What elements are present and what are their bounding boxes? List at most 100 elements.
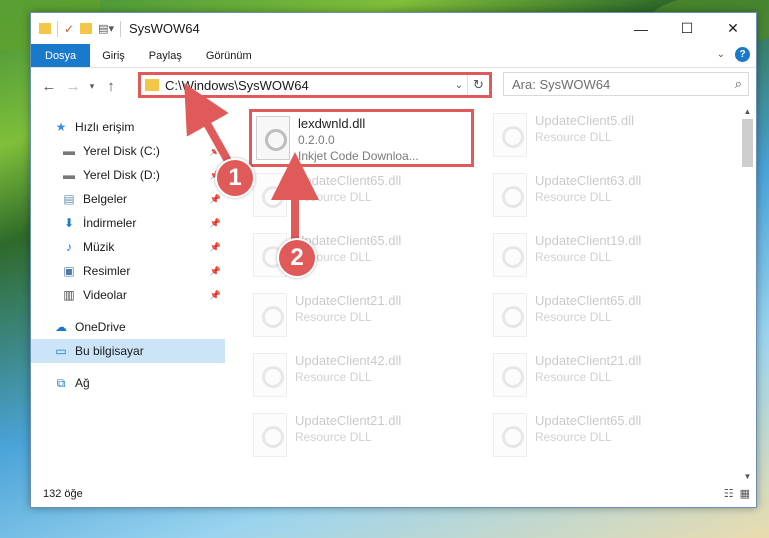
help-icon[interactable]: ? (735, 47, 750, 62)
sidebar-item[interactable]: ▤ Belgeler 📌 (31, 187, 225, 211)
view-toggles: ☷ ▦ (724, 487, 750, 500)
file-description: Inkjet Code Downloa... (298, 149, 419, 163)
sidebar-item-label: Müzik (83, 240, 115, 254)
file-tile[interactable]: UpdateClient63.dll Resource DLL (489, 169, 714, 227)
step-2-badge: 2 (277, 238, 317, 278)
sidebar-item[interactable]: ▥ Videolar 📌 (31, 283, 225, 307)
star-icon: ★ (55, 120, 67, 134)
chevron-down-icon[interactable]: ⌄ (451, 80, 467, 91)
sidebar-item[interactable]: ▬ Yerel Disk (C:) 📌 (31, 139, 225, 163)
recent-locations-icon[interactable]: ▾ (85, 81, 99, 92)
file-detail: 0.2.0.0 (298, 133, 335, 147)
drive-icon: ▬ (63, 168, 75, 182)
sidebar-item[interactable]: ☁ OneDrive (31, 315, 225, 339)
forward-arrow-icon[interactable]: → (61, 78, 85, 95)
vertical-scrollbar[interactable]: ▲ ▼ (739, 105, 756, 483)
scroll-up-icon[interactable]: ▲ (739, 107, 756, 116)
download-icon: ⬇ (63, 216, 75, 230)
pin-icon[interactable]: 📌 (210, 266, 221, 277)
pin-icon[interactable]: 📌 (210, 290, 221, 301)
tab-file[interactable]: Dosya (31, 44, 91, 67)
file-tile[interactable]: UpdateClient21.dll Resource DLL (249, 289, 474, 347)
pin-icon[interactable]: 📌 (210, 146, 221, 157)
item-count: 132 öğe (43, 488, 83, 500)
file-tile-selected[interactable]: lexdwnld.dll 0.2.0.0 Inkjet Code Downloa..… (249, 109, 474, 167)
tab-share[interactable]: Paylaş (137, 44, 194, 67)
pin-icon[interactable]: 📌 (210, 218, 221, 229)
address-path[interactable]: C:\Windows\SysWOW64 (165, 78, 451, 93)
minimize-button[interactable]: — (618, 13, 664, 44)
network-icon: ⧉ (56, 375, 66, 390)
search-icon[interactable]: ⌕ (735, 76, 742, 92)
file-tile-text: lexdwnld.dll 0.2.0.0 Inkjet Code Downloa..… (298, 112, 419, 163)
dll-file-icon (493, 413, 527, 457)
file-detail: Resource DLL (535, 130, 612, 144)
file-tile[interactable]: UpdateClient19.dll Resource DLL (489, 229, 714, 287)
file-tile[interactable]: UpdateClient42.dll Resource DLL (249, 349, 474, 407)
folder-icon (145, 79, 159, 91)
scrollbar-thumb[interactable] (742, 119, 753, 167)
file-tile-text: UpdateClient21.dll Resource DLL (535, 349, 641, 384)
file-list: lexdwnld.dll 0.2.0.0 Inkjet Code Downloa..… (241, 105, 741, 483)
quick-access-toolbar: ✓ ▤▾ (39, 20, 121, 37)
sidebar-item[interactable]: ♪ Müzik 📌 (31, 235, 225, 259)
close-button[interactable]: ✕ (710, 13, 756, 44)
dll-file-icon (493, 353, 527, 397)
file-tile[interactable]: UpdateClient65.dll Resource DLL (249, 169, 474, 227)
file-tile-text: UpdateClient63.dll Resource DLL (535, 169, 641, 204)
dll-file-icon (493, 293, 527, 337)
file-tile[interactable]: UpdateClient5.dll Resource DLL (489, 109, 714, 167)
customize-toolbar-icon[interactable]: ▤▾ (98, 22, 114, 35)
properties-icon[interactable]: ✓ (64, 22, 74, 36)
pin-icon[interactable]: 📌 (210, 242, 221, 253)
pin-icon[interactable]: 📌 (210, 194, 221, 205)
sidebar-item[interactable]: ▬Yerel Disk (D:)📌 (31, 163, 225, 187)
address-bar[interactable]: C:\Windows\SysWOW64 ⌄ ↻ (138, 72, 492, 98)
step-1-badge: 1 (215, 158, 255, 198)
details-view-icon[interactable]: ☷ (724, 487, 734, 500)
sidebar-item-label: Yerel Disk (C:) (83, 144, 160, 158)
dll-file-icon (253, 293, 287, 337)
expand-ribbon-icon[interactable]: ⌄ (717, 49, 725, 60)
file-tile[interactable]: UpdateClient65.dll Resource DLL (489, 289, 714, 347)
drive-icon: ▬ (63, 144, 75, 158)
toolbar-separator (57, 20, 58, 37)
file-name: UpdateClient21.dll (295, 293, 402, 308)
status-bar: 132 öğe ☷ ▦ (31, 481, 756, 507)
sidebar-item-label: Bu bilgisayar (75, 344, 144, 358)
file-detail: Resource DLL (295, 190, 372, 204)
sidebar-item[interactable]: ★ Hızlı erişim (31, 115, 225, 139)
sidebar-item[interactable]: ▣ Resimler 📌 (31, 259, 225, 283)
file-tile[interactable]: UpdateClient21.dll Resource DLL (489, 349, 714, 407)
file-tile-text: UpdateClient19.dll Resource DLL (535, 229, 641, 264)
file-name: UpdateClient21.dll (535, 353, 642, 368)
maximize-button[interactable]: ☐ (664, 13, 710, 44)
dll-file-icon (493, 113, 527, 157)
sidebar-item[interactable]: ⧉ Ağ (31, 371, 225, 395)
search-input[interactable]: Ara: SysWOW64 ⌕ (503, 72, 749, 96)
sidebar-item[interactable]: ⬇ İndirmeler 📌 (31, 211, 225, 235)
tiles-view-icon[interactable]: ▦ (740, 487, 750, 500)
back-arrow-icon[interactable]: ← (37, 78, 61, 95)
file-tile[interactable]: UpdateClient65.dll Resource DLL (489, 409, 714, 467)
new-folder-icon[interactable] (80, 23, 93, 34)
file-tile-text: UpdateClient42.dll Resource DLL (295, 349, 401, 384)
sidebar-item-label: Videolar (83, 288, 127, 302)
tab-home[interactable]: Giriş (90, 44, 137, 67)
file-name: UpdateClient65.dll (535, 293, 642, 308)
computer-icon: ▭ (55, 344, 67, 358)
file-detail: Resource DLL (535, 370, 612, 384)
up-arrow-icon[interactable]: ↑ (99, 78, 123, 95)
file-tile[interactable]: UpdateClient21.dll Resource DLL (249, 409, 474, 467)
sidebar-item-label: Ağ (75, 376, 90, 390)
sidebar-item-label: OneDrive (75, 320, 126, 334)
scroll-down-icon[interactable]: ▼ (739, 472, 756, 481)
file-detail: Resource DLL (535, 250, 612, 264)
dll-file-icon (253, 413, 287, 457)
navigation-pane: ★ Hızlı erişim ▬ Yerel Disk (C:) 📌 ▬ Yerel Dis… (31, 105, 225, 483)
sidebar-item[interactable]: ▭ Bu bilgisayar (31, 339, 225, 363)
title-bar: ✓ ▤▾ SysWOW64 — ☐ ✕ (31, 13, 756, 44)
refresh-icon[interactable]: ↻ (467, 75, 489, 95)
tab-view[interactable]: Görünüm (194, 44, 264, 67)
file-name: UpdateClient65.dll (295, 173, 402, 188)
